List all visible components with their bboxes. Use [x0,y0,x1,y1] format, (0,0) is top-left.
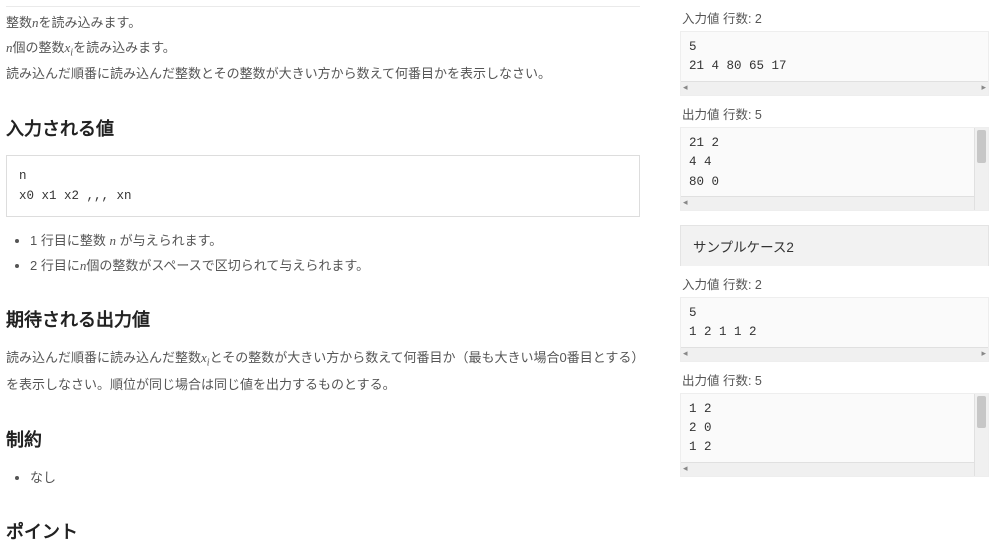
output-text: 1 2 2 0 1 2 [689,400,970,458]
v-scrollbar[interactable] [974,394,988,476]
problem-line-3: 読み込んだ順番に読み込んだ整数とその整数が大きい方から数えて何番目かを表示しなさ… [6,62,640,87]
input-text: 5 1 2 1 1 2 [689,304,970,343]
input-box[interactable]: 5 21 4 80 65 17 ◂ ▸ [680,31,989,96]
scroll-left-icon[interactable]: ◂ [683,350,688,359]
constraint-item: なし [30,466,640,491]
output-box[interactable]: 21 2 4 4 80 0 ◂ ▸ [680,127,989,211]
expected-paragraph: 読み込んだ順番に読み込んだ整数xiとその整数が大きい方から数えて何番目か（最も大… [6,346,640,397]
output-box[interactable]: 1 2 2 0 1 2 ◂ ▸ [680,393,989,477]
h-scrollbar[interactable]: ◂ ▸ [681,81,988,95]
scroll-right-icon[interactable]: ▸ [981,350,986,359]
heading-input: 入力される値 [6,115,640,141]
h-scrollbar[interactable]: ◂ ▸ [681,462,988,476]
v-scroll-thumb[interactable] [977,130,986,163]
v-scroll-thumb[interactable] [977,396,986,429]
problem-line-1: 整数nを読み込みます。 [6,11,640,36]
input-label: 入力値 行数: 2 [682,8,989,27]
main-column: 整数nを読み込みます。 n個の整数xiを読み込みます。 読み込んだ順番に読み込ん… [0,0,650,509]
problem-line-2: n個の整数xiを読み込みます。 [6,36,640,63]
heading-expected: 期待される出力値 [6,306,640,332]
sample-case-2: サンプルケース2 入力値 行数: 2 5 1 2 1 1 2 ◂ ▸ 出力値 行… [680,225,989,477]
input-note-1: 1 行目に整数 n が与えられます。 [30,229,640,254]
sample-case-1: 入力値 行数: 2 5 21 4 80 65 17 ◂ ▸ 出力値 行数: 5 … [680,8,989,211]
input-notes-list: 1 行目に整数 n が与えられます。 2 行目にn個の整数がスペースで区切られて… [6,229,640,278]
v-scrollbar[interactable] [974,128,988,210]
scroll-left-icon[interactable]: ◂ [683,465,688,474]
scroll-right-icon[interactable]: ▸ [981,84,986,93]
input-text: 5 21 4 80 65 17 [689,38,970,77]
scroll-left-icon[interactable]: ◂ [683,84,688,93]
sidebar-column: 入力値 行数: 2 5 21 4 80 65 17 ◂ ▸ 出力値 行数: 5 … [650,0,999,509]
output-label: 出力値 行数: 5 [682,104,989,123]
output-text: 21 2 4 4 80 0 [689,134,970,192]
sample-case-2-header: サンプルケース2 [680,225,989,266]
scroll-left-icon[interactable]: ◂ [683,199,688,208]
input-label: 入力値 行数: 2 [682,274,989,293]
h-scrollbar[interactable]: ◂ ▸ [681,347,988,361]
constraints-list: なし [6,466,640,491]
heading-constraints: 制約 [6,426,640,452]
heading-points: ポイント [6,518,640,544]
h-scrollbar[interactable]: ◂ ▸ [681,196,988,210]
output-label: 出力値 行数: 5 [682,370,989,389]
divider [6,6,640,7]
input-box[interactable]: 5 1 2 1 1 2 ◂ ▸ [680,297,989,362]
input-note-2: 2 行目にn個の整数がスペースで区切られて与えられます。 [30,254,640,279]
input-format-block: n x0 x1 x2 ,,, xn [6,155,640,217]
